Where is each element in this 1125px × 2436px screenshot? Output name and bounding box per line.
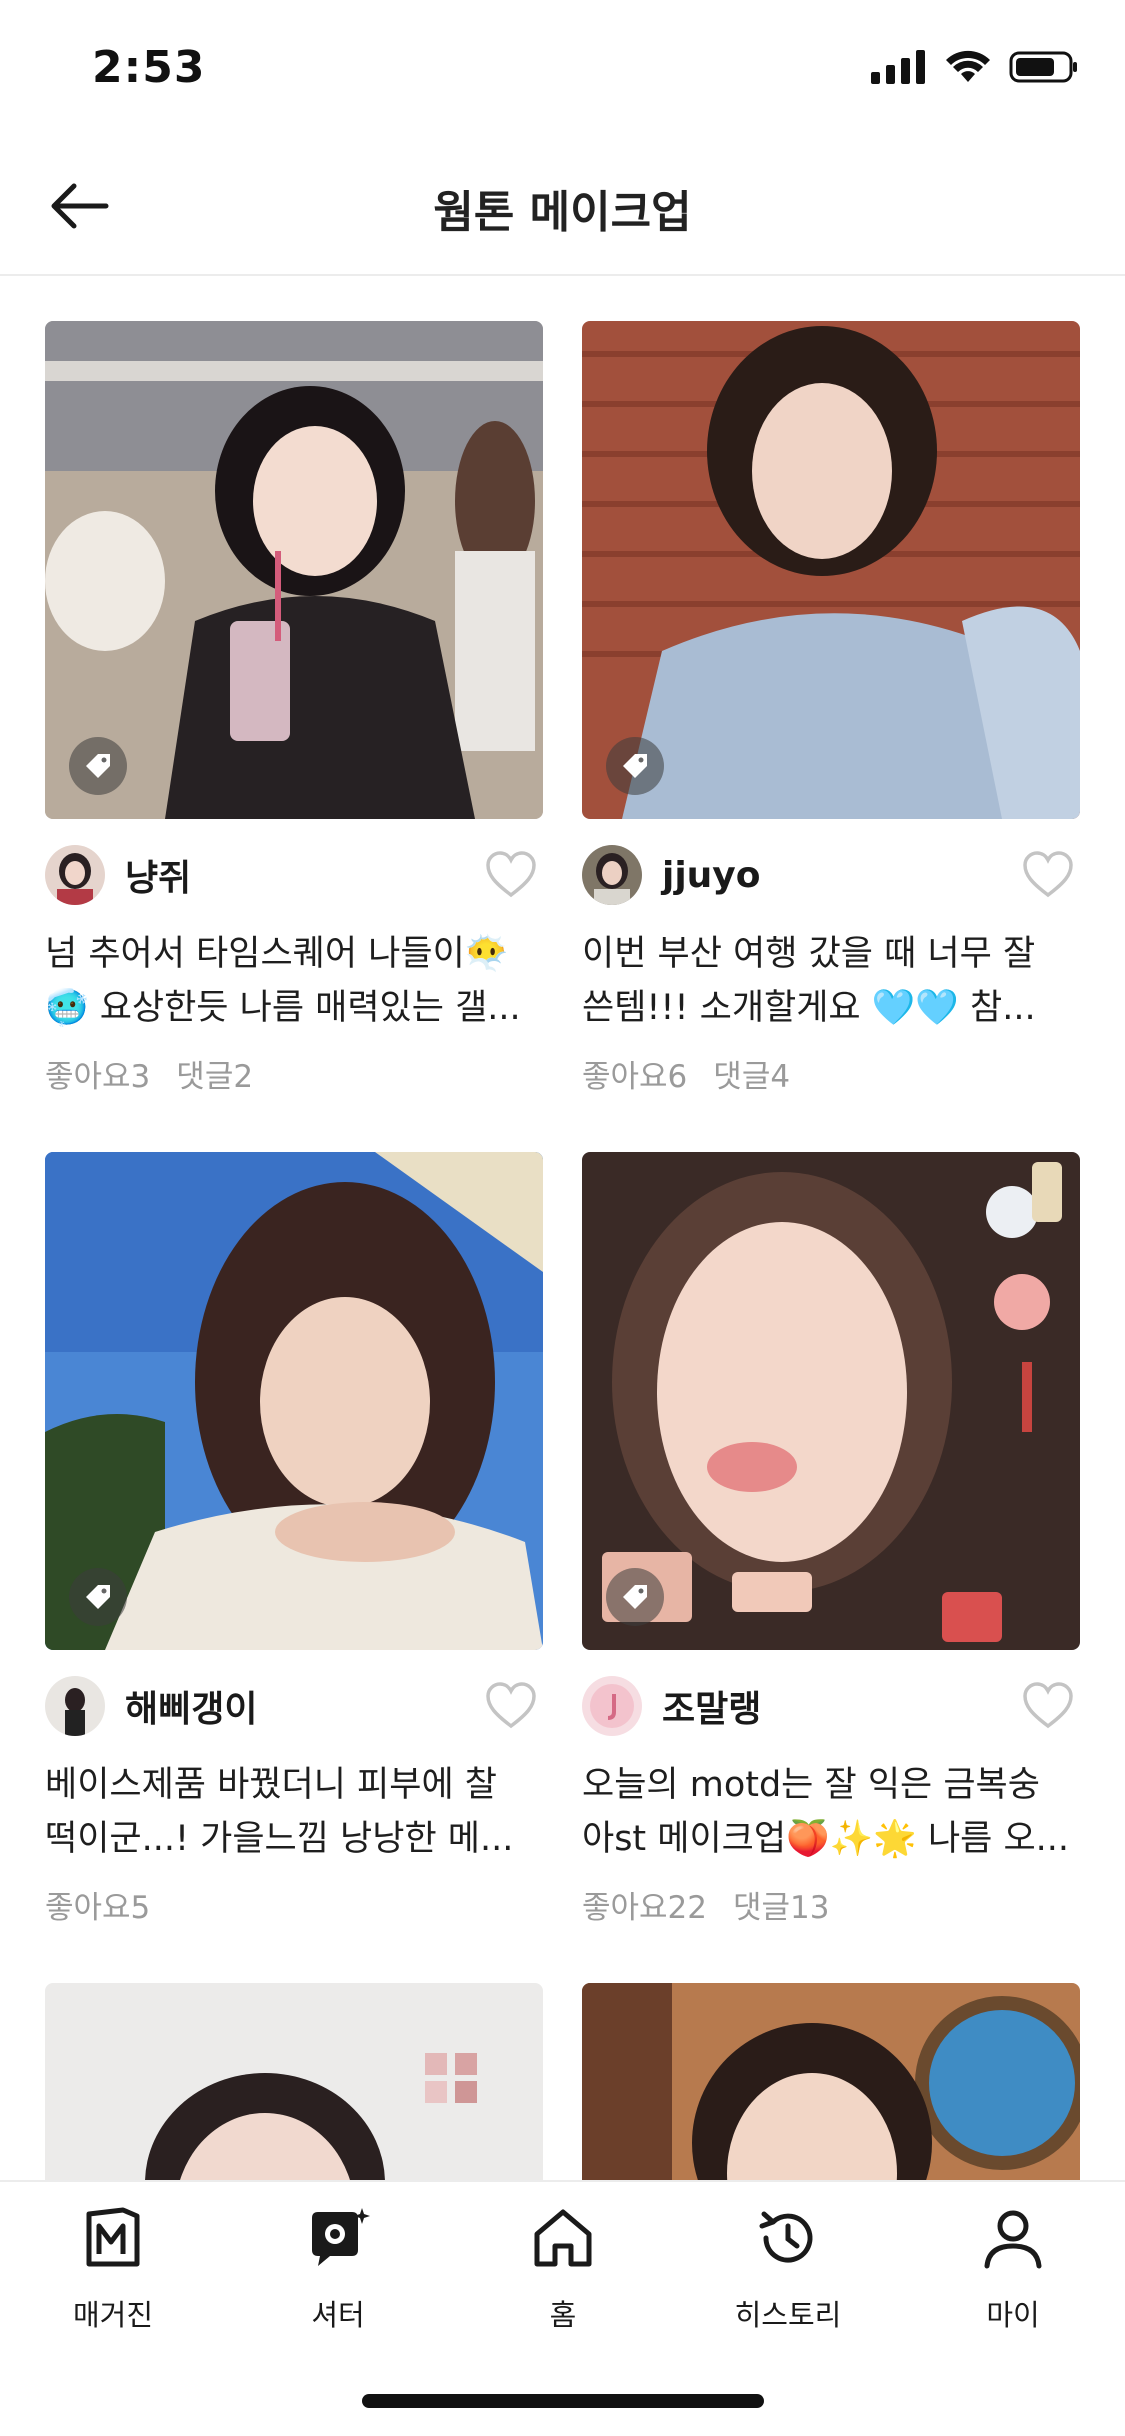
comment-count: 댓글2 <box>176 1059 254 1095</box>
tab-history[interactable]: 히스토리 <box>708 2202 868 2334</box>
heart-icon <box>1023 1682 1073 1729</box>
post-photo <box>582 1152 1080 1650</box>
author-name: 냥쥐 <box>125 858 192 899</box>
profile-icon <box>977 2202 1049 2274</box>
post-photo <box>582 1983 1080 2180</box>
like-count: 좋아요3 <box>45 1059 151 1095</box>
like-button[interactable] <box>479 1674 543 1738</box>
post-card[interactable]: jjuyo 이번 부산 여행 갔을 때 너무 잘 쓴템!!! 소개할게요 🩵🩵 … <box>582 321 1080 1096</box>
post-card[interactable] <box>45 1983 543 2180</box>
tag-icon[interactable] <box>606 1568 664 1626</box>
post-photo <box>45 321 543 819</box>
post-photo <box>45 1152 543 1650</box>
battery-icon <box>1009 51 1077 83</box>
like-button[interactable] <box>479 843 543 907</box>
post-stats: 좋아요22 댓글13 <box>582 1882 1080 1927</box>
post-image[interactable] <box>582 1152 1080 1650</box>
post-caption: 넘 추어서 타임스퀘어 나들이😶‍🌫️ 🥶 요상한듯 나름 매력있는 갤... <box>45 934 521 1028</box>
post-stats: 좋아요3 댓글2 <box>45 1051 543 1096</box>
heart-icon <box>486 851 536 898</box>
heart-icon <box>486 1682 536 1729</box>
wifi-icon <box>946 50 990 82</box>
post-card[interactable]: 해삐갱이 베이스제품 바꿨더니 피부에 찰 떡이군...! 가을느낌 낭낭한 메… <box>45 1152 543 1927</box>
status-bar: 2:53 <box>0 0 1125 140</box>
status-time: 2:53 <box>92 42 206 93</box>
post-image[interactable] <box>45 1152 543 1650</box>
post-author[interactable]: 해삐갱이 <box>45 1666 543 1746</box>
post-image[interactable] <box>45 321 543 819</box>
post-image[interactable] <box>582 321 1080 819</box>
avatar[interactable] <box>582 845 642 905</box>
status-icons <box>871 50 1079 84</box>
page-title: 웜톤 메이크업 <box>433 187 692 238</box>
like-count: 좋아요22 <box>582 1890 708 1926</box>
post-author[interactable]: 냥쥐 <box>45 835 543 915</box>
post-stats: 좋아요6 댓글4 <box>582 1051 1080 1096</box>
signal-icon <box>871 50 925 84</box>
tab-home[interactable]: 홈 <box>483 2202 643 2334</box>
comment-count: 댓글13 <box>733 1890 830 1926</box>
post-image[interactable] <box>45 1983 543 2180</box>
post-feed[interactable]: 냥쥐 넘 추어서 타임스퀘어 나들이😶‍🌫️ 🥶 요상한듯 나름 매력있는 갤.… <box>0 276 1125 2180</box>
shutter-icon <box>302 2202 374 2274</box>
tag-icon[interactable] <box>69 1568 127 1626</box>
nav-header: 웜톤 메이크업 <box>0 140 1125 276</box>
post-author[interactable]: jjuyo <box>582 835 1080 915</box>
avatar[interactable] <box>582 1676 642 1736</box>
post-caption: 오늘의 motd는 잘 익은 금복숭 아st 메이크업🍑✨🌟 나름 오... <box>582 1765 1070 1859</box>
post-card[interactable]: 냥쥐 넘 추어서 타임스퀘어 나들이😶‍🌫️ 🥶 요상한듯 나름 매력있는 갤.… <box>45 321 543 1096</box>
comment-count: 댓글4 <box>713 1059 791 1095</box>
tab-my[interactable]: 마이 <box>933 2202 1093 2334</box>
post-photo <box>582 321 1080 819</box>
tab-magazine[interactable]: 매거진 <box>33 2202 193 2334</box>
like-button[interactable] <box>1016 1674 1080 1738</box>
tab-shutter[interactable]: 셔터 <box>258 2202 418 2334</box>
avatar[interactable] <box>45 1676 105 1736</box>
post-caption: 이번 부산 여행 갔을 때 너무 잘 쓴템!!! 소개할게요 🩵🩵 참... <box>582 934 1036 1028</box>
like-button[interactable] <box>1016 843 1080 907</box>
post-card[interactable]: 조말랭 오늘의 motd는 잘 익은 금복숭 아st 메이크업🍑✨🌟 나름 오.… <box>582 1152 1080 1927</box>
heart-icon <box>1023 851 1073 898</box>
home-indicator <box>362 2394 764 2408</box>
magazine-icon <box>77 2202 149 2274</box>
like-count: 좋아요6 <box>582 1059 688 1095</box>
tag-icon[interactable] <box>606 737 664 795</box>
home-icon <box>527 2202 599 2274</box>
post-caption: 베이스제품 바꿨더니 피부에 찰 떡이군...! 가을느낌 낭낭한 메... <box>45 1765 514 1859</box>
post-stats: 좋아요5 <box>45 1882 543 1927</box>
post-author[interactable]: 조말랭 <box>582 1666 1080 1746</box>
post-card[interactable] <box>582 1983 1080 2180</box>
author-name: 조말랭 <box>662 1689 762 1730</box>
author-name: 해삐갱이 <box>125 1689 258 1730</box>
author-name: jjuyo <box>662 854 761 896</box>
post-image[interactable] <box>582 1983 1080 2180</box>
like-count: 좋아요5 <box>45 1890 151 1926</box>
history-icon <box>752 2202 824 2274</box>
post-photo <box>45 1983 543 2180</box>
avatar[interactable] <box>45 845 105 905</box>
tag-icon[interactable] <box>69 737 127 795</box>
